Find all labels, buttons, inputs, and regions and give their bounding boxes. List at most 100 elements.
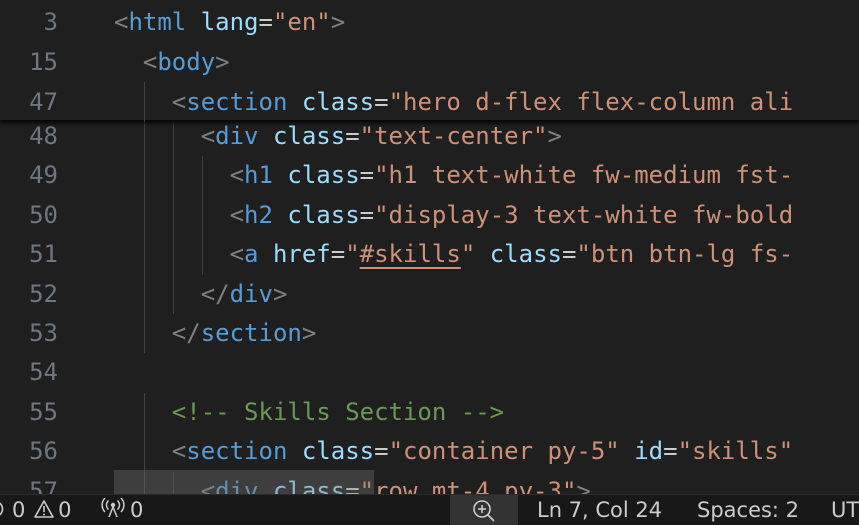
line-number[interactable]: 3 (0, 2, 58, 42)
code-line[interactable]: 3 <html lang="en"> (0, 2, 859, 42)
line-number[interactable]: 52 (0, 275, 58, 314)
indent-guide (172, 195, 174, 236)
sticky-scroll-header[interactable]: 3 <html lang="en"> 15 <body> 47 <section clas… (0, 0, 859, 122)
code-token: class (489, 240, 562, 269)
code-line[interactable]: 54 (0, 353, 859, 392)
code-token: < (171, 88, 187, 116)
code-token: "hero d-flex flex-column ali (388, 88, 794, 116)
code-token: = (374, 88, 389, 116)
code-line[interactable]: 51 <a href="#skills" class="btn btn-lg fs… (0, 235, 859, 275)
code-text: <html lang="en"> (114, 2, 345, 42)
indent-guide (143, 314, 145, 354)
code-token: "text-center" (359, 122, 548, 150)
code-line[interactable]: 55 <!-- Skills Section --> (0, 392, 859, 433)
code-token: class (272, 122, 346, 150)
code-text: <h2 class="display-3 text-white fw-bold (230, 196, 794, 235)
code-text: <a href="#skills" class="btn btn-lg fs- (230, 235, 794, 274)
code-token: = (345, 122, 360, 150)
line-number[interactable]: 49 (0, 156, 58, 195)
code-token: > (547, 122, 562, 150)
code-token: id (634, 437, 664, 466)
indent-guide (143, 82, 145, 122)
code-line[interactable]: 53 </section> (0, 314, 859, 354)
line-number[interactable]: 51 (0, 235, 58, 274)
code-token: class (301, 437, 375, 466)
code-line[interactable]: 56 <section class="container py-5" id="sk… (0, 432, 859, 472)
code-token: div (229, 279, 273, 308)
code-line[interactable]: 50 <h2 class="display-3 text-white fw-bol… (0, 195, 859, 236)
indent-guide (143, 117, 145, 157)
line-number[interactable]: 57 (0, 472, 58, 494)
code-text: <h1 class="h1 text-white fw-medium fst- (230, 156, 794, 195)
indent-guide (201, 156, 203, 196)
code-token: > (215, 48, 230, 76)
code-token: h1 (244, 161, 273, 190)
line-number[interactable]: 54 (0, 353, 58, 392)
code-line[interactable]: 15 <body> (0, 42, 859, 82)
line-number[interactable]: 56 (0, 432, 58, 471)
indent-guide (172, 117, 174, 157)
line-number[interactable]: 48 (0, 117, 58, 156)
line-number[interactable]: 47 (0, 82, 58, 122)
code-token: > (330, 8, 346, 36)
code-token: lang (200, 8, 259, 36)
code-token: > (576, 476, 591, 494)
code-token: h2 (244, 200, 273, 229)
encoding-setting[interactable]: UT (831, 495, 859, 525)
code-token: class (301, 88, 375, 116)
status-bar: 0 0 0 Ln 7, Col 24 Spaces: 2 UT (0, 494, 859, 525)
problems-indicator[interactable]: 0 0 (0, 495, 71, 525)
code-token: < (229, 200, 245, 229)
code-token: section (186, 437, 288, 466)
code-token: < (142, 48, 158, 76)
warning-icon (34, 496, 54, 525)
broadcast-icon (100, 496, 126, 525)
ports-indicator[interactable]: 0 (100, 495, 143, 525)
indent-guide (201, 195, 203, 236)
code-line[interactable]: 52 </div> (0, 274, 859, 314)
code-token: "btn btn-lg fs- (576, 240, 794, 269)
code-token: a (244, 240, 259, 269)
code-line[interactable]: 49 <h1 class="h1 text-white fw-medium fst… (0, 156, 859, 196)
line-number[interactable]: 53 (0, 314, 58, 353)
code-token: " (345, 240, 360, 269)
code-token: "row mt-4 py-3" (359, 476, 577, 494)
warning-count: 0 (58, 498, 72, 522)
cursor-position[interactable]: Ln 7, Col 24 (537, 495, 662, 525)
code-editor[interactable]: 48 <div class="text-center"> 49 <h1 class="… (0, 0, 859, 494)
code-token: section (186, 88, 288, 116)
line-number[interactable]: 50 (0, 196, 58, 235)
line-number[interactable]: 55 (0, 393, 58, 432)
line-number[interactable]: 15 (0, 42, 58, 82)
code-text: </section> (172, 314, 317, 353)
indentation-setting[interactable]: Spaces: 2 (697, 495, 799, 525)
code-token: = (258, 8, 273, 36)
code-line[interactable]: 48 <div class="text-center"> (0, 117, 859, 157)
indent-guide (172, 235, 174, 275)
code-line[interactable]: 47 <section class="hero d-flex flex-colum… (0, 82, 859, 122)
code-token: = (374, 437, 389, 466)
code-text: <section class="hero d-flex flex-column … (172, 82, 793, 122)
indent-guide (143, 432, 145, 472)
code-token: body (157, 48, 216, 76)
code-token: > (301, 319, 317, 347)
code-token: = (359, 200, 375, 229)
indent-guide (172, 156, 174, 196)
indent-guide (143, 274, 145, 314)
code-text: </div> (201, 275, 288, 314)
zoom-button[interactable] (450, 495, 518, 525)
zoom-in-icon (471, 499, 497, 525)
code-token: "en" (272, 8, 331, 36)
horizontal-scrollbar-thumb[interactable] (114, 470, 374, 494)
code-token: html (128, 8, 187, 36)
indent-guide (143, 195, 145, 236)
code-token: div (215, 122, 259, 150)
